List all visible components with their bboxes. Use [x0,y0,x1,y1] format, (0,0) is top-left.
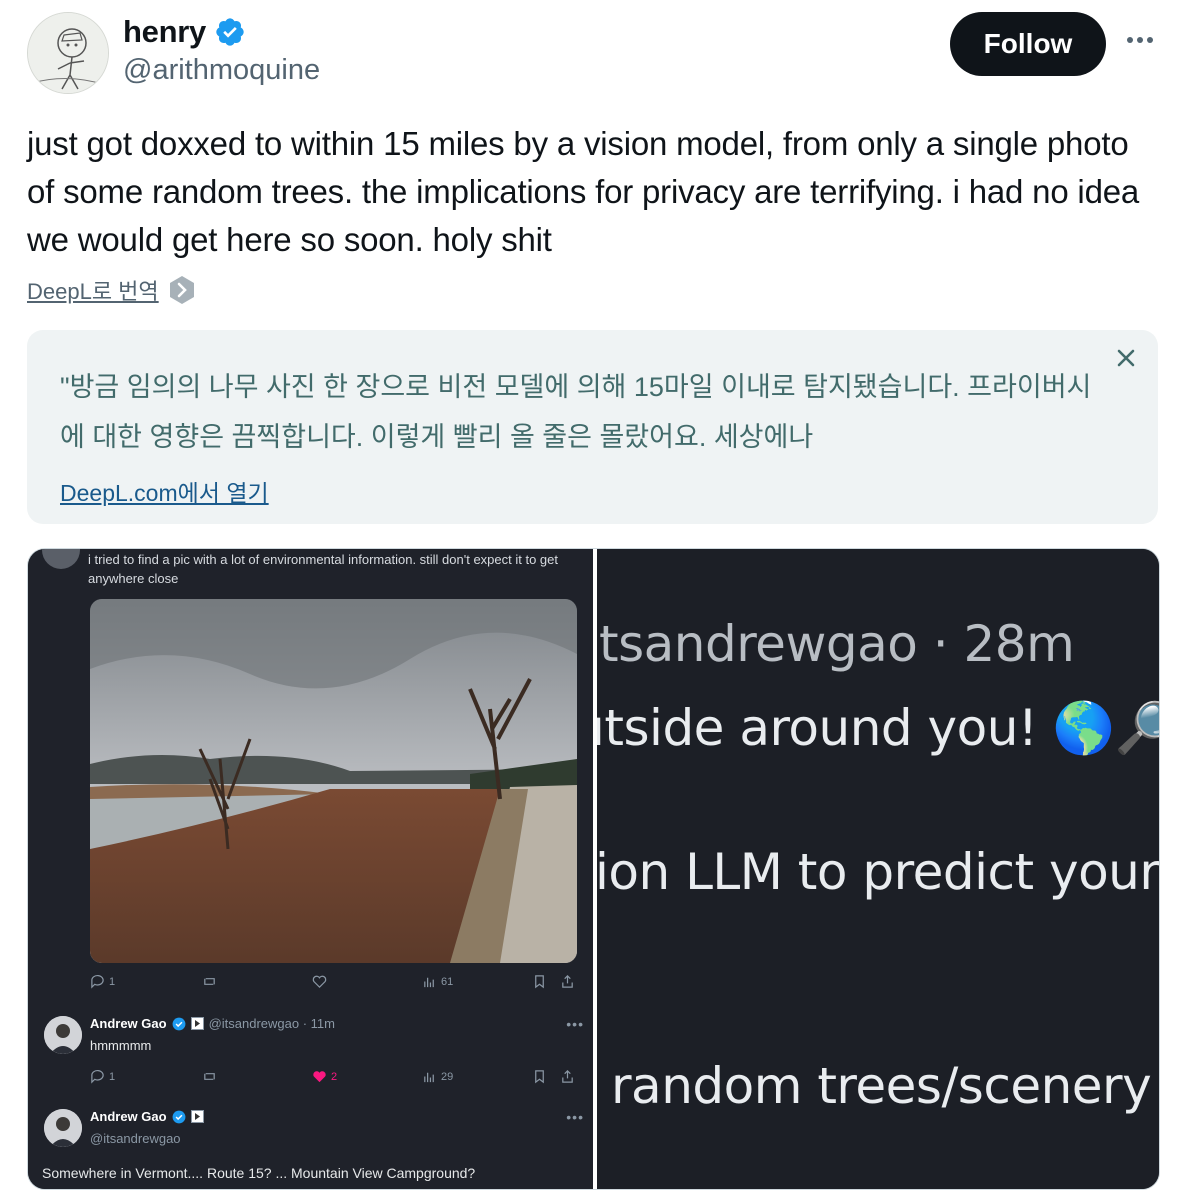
reply-handle[interactable]: @itsandrewgao [90,1131,181,1146]
reply-author-name[interactable]: Andrew Gao [90,1016,167,1031]
heart-icon [312,975,327,988]
tweet-text: just got doxxed to within 15 miles by a … [27,125,1140,258]
author-display-name[interactable]: henry [123,14,206,50]
retweet-icon [204,1073,215,1080]
share-icon [562,1070,573,1083]
more-options-icon[interactable] [1122,30,1158,50]
landscape-photo[interactable] [90,599,577,963]
embedded-reply-1[interactable]: Andrew Gao @itsandrewgao · 11m ••• hmmmm… [44,1016,584,1066]
like-action[interactable]: 2 [312,1069,337,1084]
views-action[interactable]: 61 [422,974,453,989]
automated-badge-icon [190,1110,204,1123]
reply-action[interactable]: 1 [90,974,115,989]
author-handle[interactable]: @arithmoquine [123,54,320,87]
tweet-media[interactable]: i tried to find a pic with a lot of envi… [27,548,1160,1190]
media-right-panel[interactable]: tsandrewgao · 28m ıtside around you! 🌎🔎 … [597,549,1159,1189]
reply-author-name[interactable]: Andrew Gao [90,1109,167,1124]
embedded-action-row-1: 1 61 [90,974,580,994]
reply-icon [91,974,104,989]
reply-avatar[interactable] [44,1016,82,1054]
reply-name-row: Andrew Gao [90,1109,204,1124]
like-count: 2 [331,1070,338,1083]
zoomed-text-line-2: ıtside around you! 🌎🔎 [597,699,1159,757]
reply-name-row: Andrew Gao @itsandrewgao · 11m [90,1016,335,1031]
reply-more-icon[interactable]: ••• [566,1016,584,1032]
translation-box: "방금 임의의 나무 사진 한 장으로 비전 모델에 의해 15마일 이내로 탐… [27,330,1158,524]
reply-count: 1 [109,975,116,988]
bookmark-action[interactable] [532,974,547,989]
reply-body: Somewhere in Vermont.... Route 15? ... M… [42,1165,476,1181]
translate-link[interactable]: DeepL로 번역 [27,274,195,306]
translate-link-label[interactable]: DeepL로 번역 [27,274,159,306]
zoomed-text-line-1: tsandrewgao · 28m [599,615,1075,673]
embedded-reply-2[interactable]: Andrew Gao ••• @itsandrewgao Somewhere i… [42,1109,584,1184]
retweet-action[interactable] [202,974,217,989]
media-left-panel[interactable]: i tried to find a pic with a lot of envi… [28,549,593,1189]
translation-text: "방금 임의의 나무 사진 한 장으로 비전 모델에 의해 15마일 이내로 탐… [60,372,1092,452]
heart-filled-icon [313,1071,326,1083]
views-action[interactable]: 29 [422,1069,453,1084]
bookmark-action[interactable] [532,1069,547,1084]
close-icon[interactable] [1112,344,1140,372]
deepl-icon [169,276,194,304]
bookmark-icon [535,975,544,989]
zoomed-text-line-4: random trees/scenery [611,1057,1152,1115]
open-in-deepl-link[interactable]: DeepL.com에서 열기 [60,474,269,508]
retweet-icon [204,978,215,985]
verified-badge-icon[interactable] [214,16,246,48]
reply-handle[interactable]: @itsandrewgao · 11m [209,1016,335,1031]
follow-button[interactable]: Follow [950,12,1106,76]
share-icon [562,975,573,988]
embedded-caption: i tried to find a pic with a lot of envi… [88,552,558,586]
verified-badge-icon [172,1017,185,1030]
author-name-row: henry [123,14,246,50]
reply-action[interactable]: 1 [90,1069,115,1084]
reply-avatar[interactable] [44,1109,82,1147]
reply-more-icon[interactable]: ••• [566,1109,584,1125]
share-action[interactable] [560,974,575,989]
analytics-icon [424,1072,434,1083]
like-action[interactable] [312,974,327,989]
analytics-icon [424,977,434,988]
reply-count: 1 [109,1070,116,1083]
retweet-action[interactable] [202,1069,217,1084]
verified-badge-icon [172,1110,185,1123]
view-count: 61 [441,975,454,988]
view-count: 29 [441,1070,454,1083]
embedded-action-row-2: 1 2 29 [90,1069,580,1089]
reply-icon [91,1069,104,1084]
share-action[interactable] [560,1069,575,1084]
author-avatar[interactable] [27,12,109,94]
automated-badge-icon [190,1017,204,1030]
embedded-avatar [42,549,80,569]
zoomed-text-line-3: ion LLM to predict your [597,843,1159,901]
reply-body: hmmmmm [90,1038,152,1053]
bookmark-icon [535,1070,544,1084]
